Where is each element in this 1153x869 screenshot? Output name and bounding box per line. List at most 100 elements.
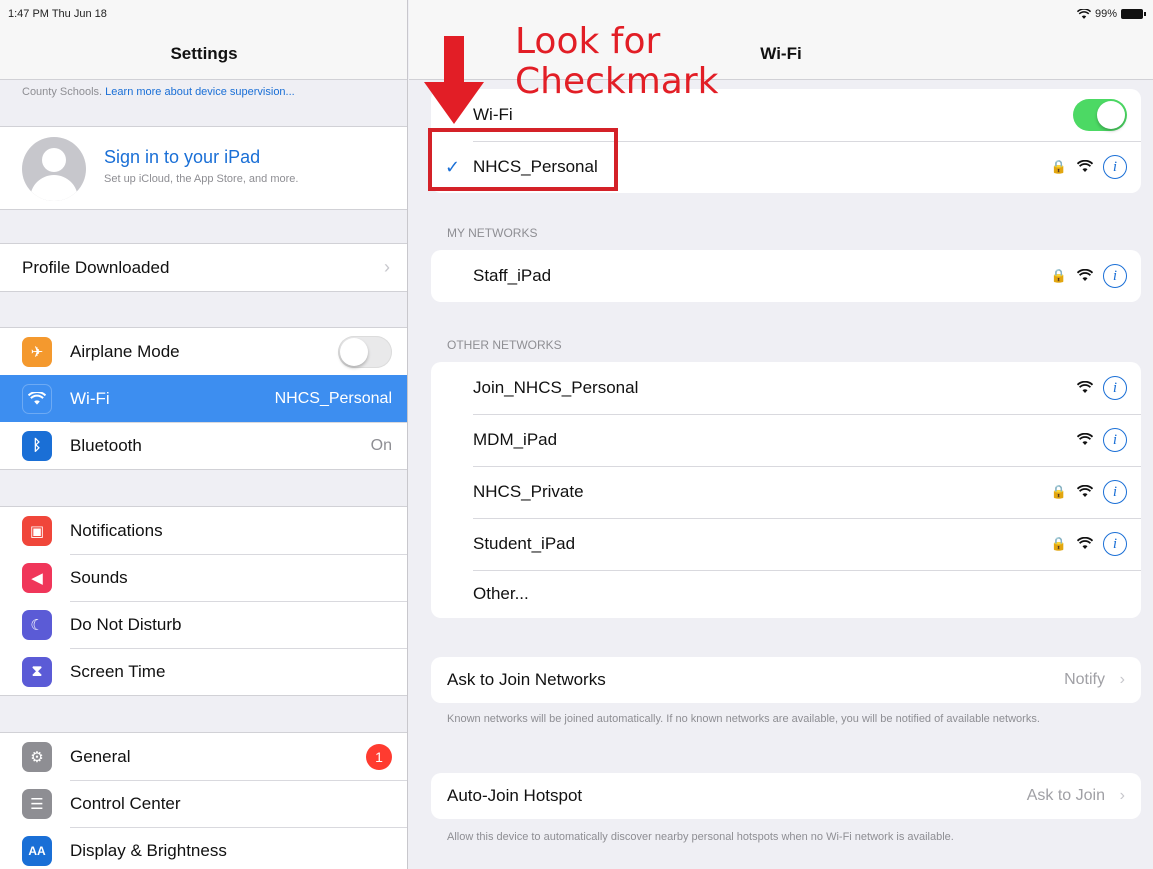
info-icon[interactable]: i [1103,428,1127,452]
sign-in-title: Sign in to your iPad [104,147,261,167]
sidebar-item-label: General [70,746,131,766]
other-network-row[interactable]: Other... [431,570,1141,618]
auto-join-hotspot-row[interactable]: Auto-Join Hotspot Ask to Join › [431,773,1141,819]
other-networks-header: OTHER NETWORKS [447,338,562,352]
bluetooth-icon: ᛒ [22,430,52,461]
my-networks-header: MY NETWORKS [447,226,538,240]
sidebar-item-general[interactable]: ⚙ General 1 [0,733,407,780]
notifications-group: ▣ Notifications ◀ Sounds ☾ Do Not Distur… [0,506,407,696]
network-name: Staff_iPad [473,266,552,285]
sidebar-item-notifications[interactable]: ▣ Notifications [0,507,407,554]
general-group: ⚙ General 1 ☰ Control Center AA Display … [0,732,407,869]
notifications-icon: ▣ [22,515,52,546]
update-badge: 1 [366,743,392,770]
lock-icon: 🔒 [1050,268,1067,283]
sidebar-item-sounds[interactable]: ◀ Sounds [0,554,407,601]
airplane-icon: ✈ [22,336,52,367]
auto-join-card: Auto-Join Hotspot Ask to Join › [431,773,1141,819]
settings-sidebar: Settings County Schools. Learn more abou… [0,0,408,869]
network-name: Student_iPad [473,534,576,553]
sign-in-subtitle: Set up iCloud, the App Store, and more. [104,173,299,185]
auto-join-note: Allow this device to automatically disco… [447,831,954,843]
battery-icon [1121,9,1146,19]
info-icon[interactable]: i [1103,480,1127,504]
profile-group: Profile Downloaded › [0,243,407,292]
moon-icon: ☾ [22,609,52,640]
wifi-current-network: NHCS_Personal [274,389,392,407]
sidebar-item-label: Display & Brightness [70,840,227,860]
network-row[interactable]: Staff_iPad 🔒 i [431,250,1141,302]
ask-to-join-note: Known networks will be joined automatica… [447,713,1040,725]
annotation-callout: Look for Checkmark [515,22,719,102]
wifi-signal-icon [1077,381,1093,393]
wifi-signal-icon [1077,269,1093,281]
bluetooth-status: On [370,436,392,454]
wifi-toggle[interactable] [1073,99,1127,131]
sidebar-item-label: Airplane Mode [70,341,180,361]
chevron-right-icon: › [1119,671,1125,688]
annotation-line-1: Look for [515,21,661,62]
airplane-mode-toggle[interactable] [338,335,392,368]
network-row[interactable]: Student_iPad 🔒 i [431,518,1141,570]
wifi-signal-icon [1077,537,1093,549]
sidebar-item-airplane-mode[interactable]: ✈ Airplane Mode [0,328,407,375]
sidebar-item-bluetooth[interactable]: ᛒ Bluetooth On [0,422,407,469]
sidebar-item-control-center[interactable]: ☰ Control Center [0,780,407,827]
status-time: 1:47 PM Thu Jun 18 [8,8,107,20]
other-network-label: Other... [473,584,529,603]
auto-join-hotspot-value: Ask to Join [1026,787,1105,804]
chevron-right-icon: › [384,257,390,277]
lock-icon: 🔒 [1050,484,1067,499]
red-arrow-icon [424,36,484,124]
wifi-icon [22,383,52,414]
sidebar-item-display-brightness[interactable]: AA Display & Brightness [0,827,407,869]
info-icon[interactable]: i [1103,376,1127,400]
sign-in-row[interactable]: Sign in to your iPad Set up iCloud, the … [0,127,407,209]
network-row[interactable]: MDM_iPad i [431,414,1141,466]
sidebar-item-screen-time[interactable]: ⧗ Screen Time [0,648,407,695]
auto-join-hotspot-label: Auto-Join Hotspot [447,786,583,805]
network-name: MDM_iPad [473,430,558,449]
chevron-right-icon: › [1119,787,1125,804]
network-name: Join_NHCS_Personal [473,378,639,397]
connectivity-group: ✈ Airplane Mode Wi-Fi NHCS_Personal ᛒ Bl… [0,327,407,470]
ask-to-join-value: Notify [1064,671,1105,688]
wifi-signal-icon [1077,433,1093,445]
info-icon[interactable]: i [1103,155,1127,179]
display-icon: AA [22,835,52,866]
status-battery: 99% [1076,8,1146,20]
sidebar-item-label: Control Center [70,793,181,813]
sidebar-item-label: Bluetooth [70,435,142,455]
sidebar-item-wifi[interactable]: Wi-Fi NHCS_Personal [0,375,407,422]
network-status-icons: 🔒 i [1051,532,1127,556]
hourglass-icon: ⧗ [22,656,52,687]
info-icon[interactable]: i [1103,532,1127,556]
network-status-icons: i [1077,376,1127,400]
network-status-icons: i [1077,428,1127,452]
gear-icon: ⚙ [22,741,52,772]
highlight-box [428,128,618,191]
sidebar-item-label: Notifications [70,520,163,540]
ask-to-join-card: Ask to Join Networks Notify › [431,657,1141,703]
my-networks-card: Staff_iPad 🔒 i [431,250,1141,302]
other-networks-card: Join_NHCS_Personal i MDM_iPad i NHCS_Pri… [431,362,1141,618]
sidebar-item-label: Sounds [70,567,128,587]
sidebar-item-label: Do Not Disturb [70,614,182,634]
account-group: Sign in to your iPad Set up iCloud, the … [0,126,407,210]
lock-icon: 🔒 [1050,536,1067,551]
sidebar-item-label: Screen Time [70,661,166,681]
profile-downloaded-label: Profile Downloaded [22,257,170,277]
control-center-icon: ☰ [22,788,52,819]
network-row[interactable]: NHCS_Private 🔒 i [431,466,1141,518]
ask-to-join-label: Ask to Join Networks [447,670,606,689]
sounds-icon: ◀ [22,562,52,593]
ask-to-join-row[interactable]: Ask to Join Networks Notify › [431,657,1141,703]
network-row[interactable]: Join_NHCS_Personal i [431,362,1141,414]
battery-percent: 99% [1094,8,1117,20]
sidebar-item-label: Wi-Fi [70,388,110,408]
supervision-link[interactable]: Learn more about device supervision... [105,86,295,98]
info-icon[interactable]: i [1103,264,1127,288]
sidebar-item-do-not-disturb[interactable]: ☾ Do Not Disturb [0,601,407,648]
profile-downloaded-row[interactable]: Profile Downloaded › [0,244,407,291]
network-status-icons: 🔒 i [1051,264,1127,288]
